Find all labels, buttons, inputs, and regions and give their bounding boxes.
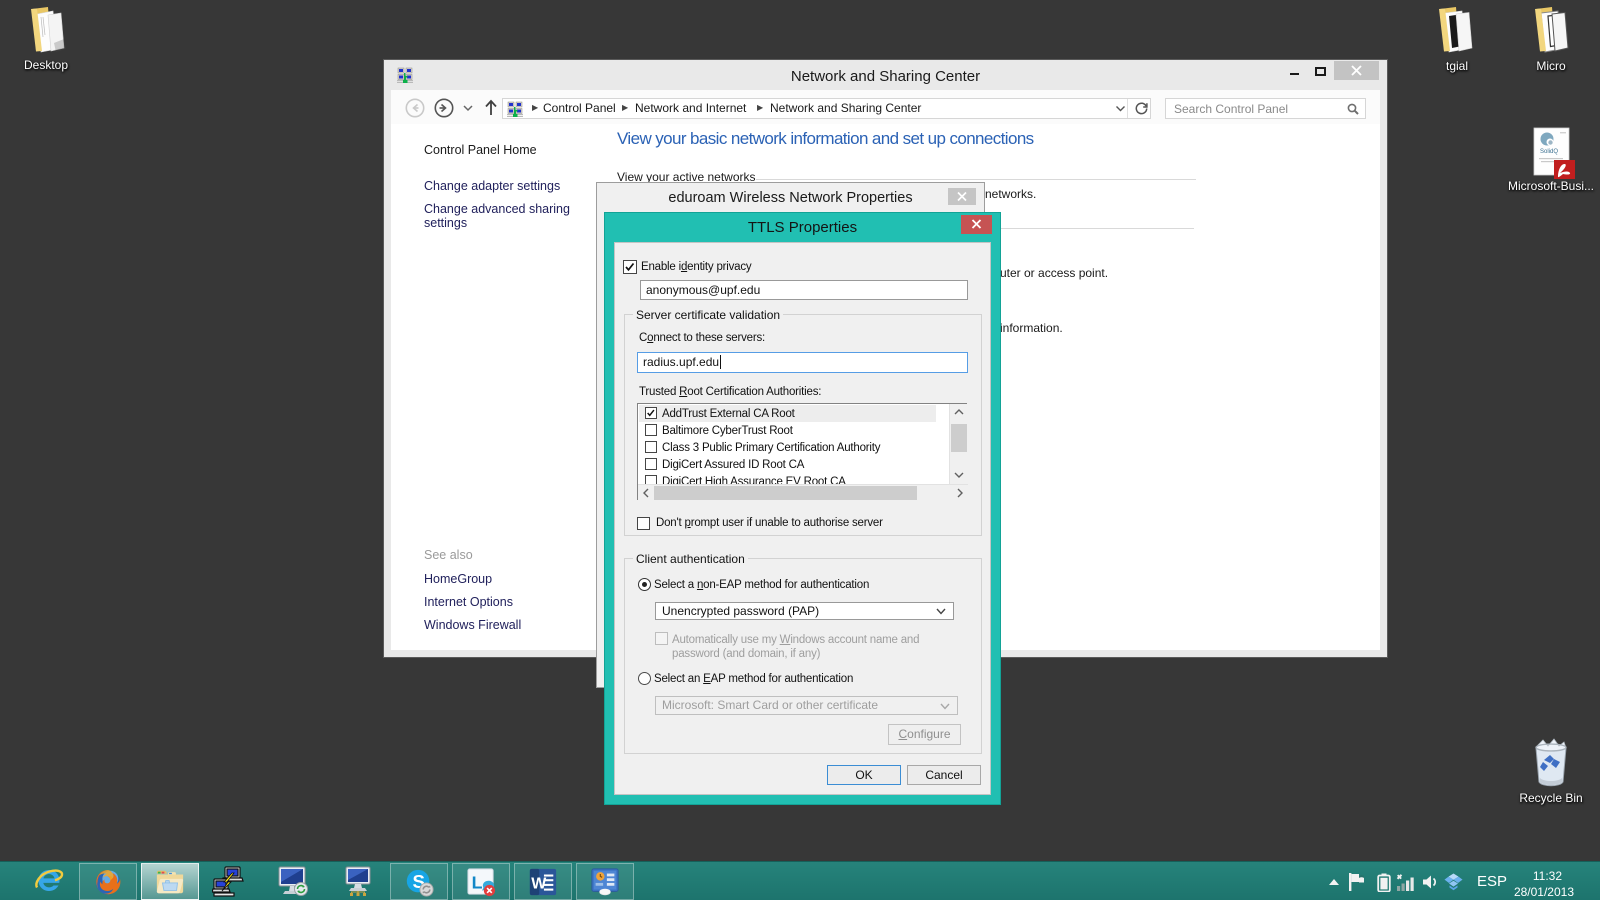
svg-text:L: L xyxy=(472,873,483,893)
svg-text:SolidQ: SolidQ xyxy=(1540,149,1558,155)
